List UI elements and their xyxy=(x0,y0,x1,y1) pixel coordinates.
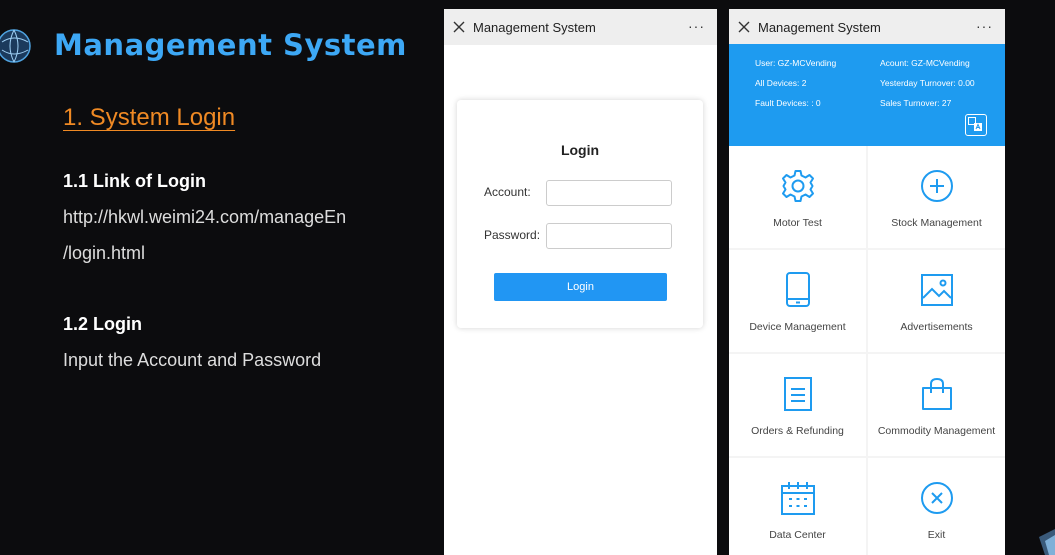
tile-label: Motor Test xyxy=(773,217,822,229)
login-button[interactable]: Login xyxy=(494,273,667,301)
more-options-button[interactable]: ··· xyxy=(976,18,993,34)
close-icon[interactable] xyxy=(738,21,750,33)
tile-label: Commodity Management xyxy=(877,425,996,437)
menu-tile-orders-refunding[interactable]: Orders & Refunding xyxy=(729,354,866,456)
more-options-button[interactable]: ··· xyxy=(688,18,705,34)
globe-logo-icon xyxy=(0,29,31,63)
translate-icon xyxy=(968,117,982,131)
account-input[interactable] xyxy=(546,180,672,206)
login-url-line-2: /login.html xyxy=(63,243,146,263)
tile-label: Device Management xyxy=(749,321,846,333)
tile-label: Exit xyxy=(927,529,946,541)
account-label: Account: xyxy=(484,185,531,199)
close-circle-icon xyxy=(920,482,953,514)
login-phone-screen: Management System ··· Login Account: Pas… xyxy=(444,9,717,555)
gear-icon xyxy=(781,170,814,202)
window-title: Management System xyxy=(758,19,881,35)
menu-tile-advertisements[interactable]: Advertisements xyxy=(868,250,1005,352)
tablet-icon xyxy=(785,272,810,307)
shopping-bag-icon xyxy=(921,377,952,410)
login-titlebar: Management System ··· xyxy=(444,9,717,45)
password-label: Password: xyxy=(484,228,541,242)
plus-circle-icon xyxy=(920,170,953,202)
menu-tile-exit[interactable]: Exit xyxy=(868,458,1005,555)
user-info: User: GZ-MCVending xyxy=(755,58,837,68)
login-instruction: Input the Account and Password xyxy=(63,350,322,370)
window-title: Management System xyxy=(473,19,596,35)
subsection-title-link: 1.1 Link of Login xyxy=(63,171,206,191)
tile-label: Data Center xyxy=(769,529,826,541)
yesterday-turnover-info: Yesterday Turnover: 0.00 xyxy=(880,78,975,88)
close-icon[interactable] xyxy=(453,21,465,33)
account-info: Acount: GZ-MCVending xyxy=(880,58,970,68)
slide-title: Management System xyxy=(54,28,407,62)
menu-titlebar: Management System ··· xyxy=(729,9,1005,45)
tile-label: Orders & Refunding xyxy=(751,425,844,437)
tile-label: Advertisements xyxy=(900,321,973,333)
login-url-line-1: http://hkwl.weimi24.com/manageEn xyxy=(63,207,347,227)
sales-turnover-info: Sales Turnover: 27 xyxy=(880,98,952,108)
fault-devices-info: Fault Devices: : 0 xyxy=(755,98,821,108)
account-info-panel: User: GZ-MCVending Acount: GZ-MCVending … xyxy=(729,44,1005,146)
menu-tile-commodity-management[interactable]: Commodity Management xyxy=(868,354,1005,456)
section-title: 1. System Login xyxy=(63,104,236,131)
tile-label: Stock Management xyxy=(891,217,982,229)
menu-tile-device-management[interactable]: Device Management xyxy=(729,250,866,352)
corner-decoration-icon xyxy=(1039,529,1055,555)
calendar-icon xyxy=(780,482,815,515)
subsection-title-login: 1.2 Login xyxy=(63,314,143,334)
image-icon xyxy=(920,274,953,306)
password-input[interactable] xyxy=(546,223,672,249)
login-form-title: Login xyxy=(560,142,600,158)
menu-phone-screen: Management System ··· User: GZ-MCVending… xyxy=(729,9,1005,555)
all-devices-info: All Devices: 2 xyxy=(755,78,807,88)
document-icon xyxy=(783,377,812,411)
menu-tile-motor-test[interactable]: Motor Test xyxy=(729,146,866,248)
login-card: Login Account: Password: Login xyxy=(457,100,703,328)
menu-tile-stock-management[interactable]: Stock Management xyxy=(868,146,1005,248)
menu-tile-data-center[interactable]: Data Center xyxy=(729,458,866,555)
translate-button[interactable] xyxy=(965,114,987,136)
